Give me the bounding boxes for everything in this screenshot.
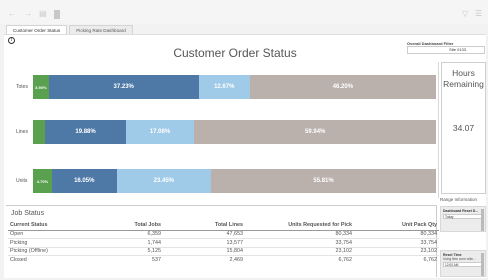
table-row[interactable]: Picking (Offline) 5,125 15,804 23,102 23… xyxy=(8,247,439,256)
table-cell: Closed xyxy=(10,257,27,263)
bar-segment-totes-1[interactable]: 37.23% xyxy=(48,75,199,99)
table-row[interactable]: Closed 537 2,469 6,762 6,762 xyxy=(8,255,439,265)
scrollbar[interactable] xyxy=(481,253,484,276)
table-cell: 33,754 xyxy=(420,239,438,246)
table-cell: 23,102 xyxy=(335,248,353,255)
menu-icon[interactable]: ☰ xyxy=(475,10,482,18)
bar-lines[interactable]: 19.88% 17.08% 59.94% xyxy=(33,120,436,144)
arrow-left-icon[interactable]: ← xyxy=(8,10,16,18)
reset-time-subtitle: Using time zone witin... xyxy=(443,257,476,261)
table-cell: 13,577 xyxy=(226,239,244,246)
hours-remaining-value: 34.07 xyxy=(452,123,475,133)
bar-segment-lines-0[interactable] xyxy=(33,120,46,144)
table-cell: 6,359 xyxy=(147,231,162,238)
bar-segment-totes-0[interactable]: 3.90% xyxy=(33,75,49,99)
table-cell: 47,653 xyxy=(226,231,244,238)
bar-segment-lines-1[interactable]: 19.88% xyxy=(45,120,126,144)
hours-title-line1: Hours xyxy=(452,68,475,78)
filter-icon[interactable]: ▽ xyxy=(462,10,468,18)
bar-segment-units-1[interactable]: 16.05% xyxy=(51,169,117,193)
table-cell: 2,469 xyxy=(229,257,244,263)
column-header[interactable]: Total Lines xyxy=(163,221,245,230)
table-cell: Picking (Offline) xyxy=(10,248,48,255)
reset-time-dropdown[interactable]: 12:00 AM xyxy=(443,262,483,267)
bar-segment-units-2[interactable]: 23.45% xyxy=(116,169,212,193)
table-cell: 5,125 xyxy=(147,248,162,255)
bar-totes[interactable]: 3.90% 37.23% 12.67% 46.20% xyxy=(33,75,436,99)
bar-segment-totes-2[interactable]: 12.67% xyxy=(198,75,250,99)
table-cell: 33,754 xyxy=(335,239,353,246)
table-cell: 15,804 xyxy=(226,248,244,255)
sheet-icon[interactable]: ▤ xyxy=(39,10,47,18)
site-filter-dropdown[interactable]: Site 0133 xyxy=(407,46,485,54)
reset-time-card: Reset Time Using time zone witin... 12:0… xyxy=(440,250,486,277)
scrollbar[interactable] xyxy=(481,209,484,231)
reset-date-title: Dashboard Reset D... xyxy=(443,209,479,213)
table-cell: 537 xyxy=(152,257,161,263)
table-cell: 6,762 xyxy=(423,257,438,263)
bar-segment-totes-3[interactable]: 46.20% xyxy=(249,75,436,99)
dashboard-reset-date-card: Dashboard Reset D... Today xyxy=(440,206,486,232)
column-header[interactable]: Total Jobs xyxy=(103,221,163,230)
hours-remaining-panel: Hours Remaining 34.07 xyxy=(441,62,486,194)
toolbar: ← → ▤ ▽ ☰ xyxy=(0,0,488,24)
reset-date-dropdown[interactable]: Today xyxy=(443,214,483,219)
table-header-row: Current Status Total Jobs Total Lines Un… xyxy=(8,221,439,230)
table-row[interactable]: Open 6,359 47,653 80,334 80,334 xyxy=(8,230,439,239)
bar-segment-units-3[interactable]: 55.81% xyxy=(211,169,436,193)
arrow-right-icon[interactable]: → xyxy=(24,10,32,18)
table-cell: 6,762 xyxy=(338,257,353,263)
table-cell: 80,334 xyxy=(335,231,353,238)
table-cell: Picking xyxy=(10,239,28,246)
row-label-lines: Lines xyxy=(16,129,28,135)
hours-title: Hours Remaining xyxy=(442,68,485,90)
hours-title-line2: Remaining xyxy=(443,79,484,89)
row-label-totes: Totes xyxy=(16,84,28,90)
range-information-label: Range Information xyxy=(440,197,478,202)
bar-segment-lines-3[interactable]: 59.94% xyxy=(194,120,436,144)
table-row[interactable]: Picking 1,744 13,577 33,754 33,754 xyxy=(8,238,439,248)
column-header[interactable]: Unit Pack Qty xyxy=(354,221,439,230)
table-cell: Open xyxy=(10,231,24,238)
job-status-table: Current Status Total Jobs Total Lines Un… xyxy=(8,221,439,264)
table-cell: 23,102 xyxy=(420,248,438,255)
info-icon[interactable]: ! xyxy=(8,37,15,44)
column-header[interactable]: Current Status xyxy=(8,221,103,230)
share-icon[interactable] xyxy=(54,10,60,19)
row-label-units: Units xyxy=(16,178,28,184)
bar-units[interactable]: 4.70% 16.05% 23.45% 55.81% xyxy=(33,169,436,193)
job-status-title: Job Status xyxy=(11,210,45,217)
column-header[interactable]: Units Requested for Pick xyxy=(245,221,354,230)
table-cell: 1,744 xyxy=(147,239,162,246)
bar-segment-units-0[interactable]: 4.70% xyxy=(33,169,52,193)
chart-title: Customer Order Status xyxy=(173,46,297,60)
bar-segment-lines-2[interactable]: 17.08% xyxy=(125,120,195,144)
table-cell: 80,334 xyxy=(420,231,438,238)
